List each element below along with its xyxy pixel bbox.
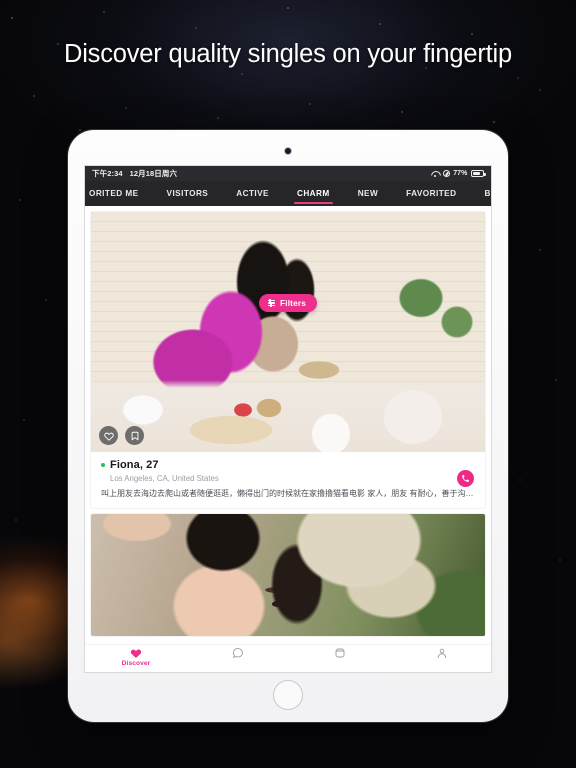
tab-favorited[interactable]: FAVORITED <box>392 181 470 206</box>
chat-icon <box>233 648 243 658</box>
filters-label: Filters <box>280 298 306 308</box>
category-tab-bar[interactable]: ORITED ME VISITORS ACTIVE CHARM NEW FAVO… <box>85 181 491 206</box>
device-screen: 下午2:34 12月18日周六 77% ORITED ME VISITORS A… <box>84 165 492 673</box>
online-status-badge <box>101 463 105 467</box>
tab-visitors[interactable]: VISITORS <box>153 181 223 206</box>
status-bar: 下午2:34 12月18日周六 77% <box>85 166 491 181</box>
battery-icon <box>471 170 486 177</box>
nav-item-moments[interactable] <box>300 647 380 660</box>
nav-item-profile[interactable] <box>402 647 482 660</box>
tab-active[interactable]: ACTIVE <box>222 181 283 206</box>
profile-bio: 叫上朋友去海边去爬山或者随便逛逛，懒得出门的时候就在家撸撸猫看电影 家人，朋友 … <box>101 488 475 498</box>
tab-bookmark[interactable]: BOOKMARK <box>470 181 491 206</box>
location-icon <box>442 170 450 177</box>
nav-label-discover: Discover <box>121 660 151 667</box>
bottom-navigation-bar[interactable]: Discover <box>85 644 491 672</box>
heart-icon <box>103 432 114 441</box>
profile-icon <box>437 648 447 658</box>
tablet-device-frame: 下午2:34 12月18日周六 77% ORITED ME VISITORS A… <box>68 130 508 722</box>
battery-percent: 77% <box>453 170 468 177</box>
status-time: 下午2:34 <box>92 169 123 178</box>
profile-card[interactable]: Fiona, 27 Los Angeles, CA, United States… <box>91 212 485 508</box>
profile-feed: Fiona, 27 Los Angeles, CA, United States… <box>85 206 491 672</box>
front-camera-icon <box>285 148 291 154</box>
tab-new[interactable]: NEW <box>344 181 392 206</box>
profile-info: Fiona, 27 Los Angeles, CA, United States… <box>91 452 485 508</box>
heart-icon <box>130 649 142 658</box>
tab-charm[interactable]: CHARM <box>283 181 344 206</box>
bookmark-icon <box>131 431 138 440</box>
home-button[interactable] <box>273 680 303 710</box>
bookmark-button[interactable] <box>125 426 144 445</box>
profile-photo[interactable] <box>91 513 485 636</box>
filters-button[interactable]: Filters <box>259 294 317 312</box>
sliders-icon <box>268 298 276 308</box>
wifi-icon <box>431 170 439 177</box>
phone-icon <box>462 475 469 482</box>
status-date: 12月18日周六 <box>129 169 178 178</box>
nav-item-discover[interactable]: Discover <box>96 647 176 667</box>
tab-favorited-me[interactable]: ORITED ME <box>85 181 153 206</box>
profile-name: Fiona, 27 <box>110 459 159 471</box>
profile-card[interactable] <box>91 513 485 636</box>
nav-item-messages[interactable] <box>198 647 278 660</box>
profile-photo[interactable] <box>91 212 485 452</box>
profile-location: Los Angeles, CA, United States <box>110 473 219 483</box>
status-bar-right: 77% <box>431 170 486 177</box>
page-title: Discover quality singles on your fingert… <box>64 40 512 68</box>
moments-icon <box>335 648 345 658</box>
status-bar-left: 下午2:34 12月18日周六 <box>92 168 177 179</box>
profile-name-row: Fiona, 27 <box>101 459 475 471</box>
screenshot-root: Discover quality singles on your fingert… <box>0 0 576 768</box>
photo-action-buttons <box>99 426 144 445</box>
call-button[interactable] <box>457 470 474 487</box>
like-button[interactable] <box>99 426 118 445</box>
